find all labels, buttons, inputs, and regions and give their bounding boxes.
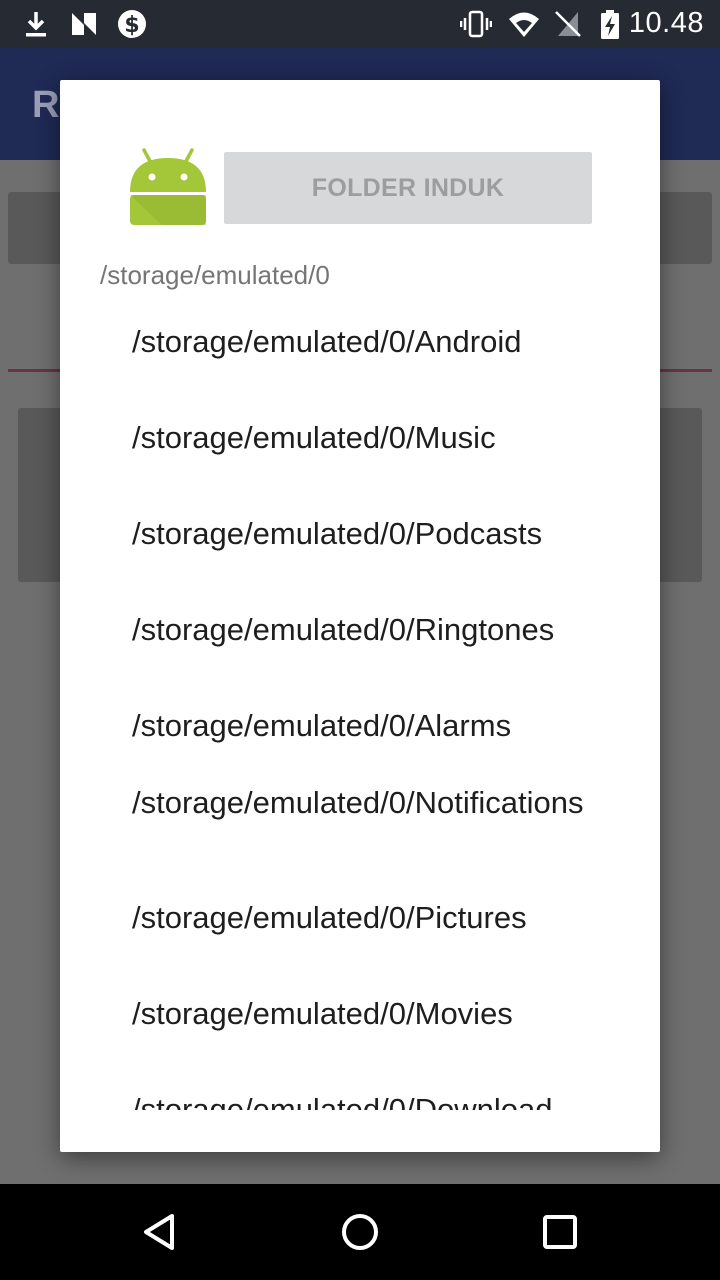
- dollar-icon: $: [118, 10, 146, 38]
- folder-item-podcasts[interactable]: /storage/emulated/0/Podcasts: [132, 515, 612, 553]
- folder-item-alarms[interactable]: /storage/emulated/0/Alarms: [132, 707, 612, 745]
- navigation-bar: [0, 1184, 720, 1280]
- parent-folder-button[interactable]: FOLDER INDUK: [224, 152, 592, 224]
- folder-picker-dialog: FOLDER INDUK /storage/emulated/0 /storag…: [60, 80, 660, 1152]
- no-sim-icon: [555, 11, 581, 37]
- folder-item-download[interactable]: /storage/emulated/0/Download: [132, 1091, 612, 1110]
- battery-charging-icon: [601, 10, 619, 39]
- folder-item-notifications[interactable]: /storage/emulated/0/Notifications: [132, 784, 583, 822]
- app-title: R: [32, 84, 60, 126]
- folder-item-ringtones[interactable]: /storage/emulated/0/Ringtones: [132, 611, 612, 649]
- folder-item-movies[interactable]: /storage/emulated/0/Movies: [132, 995, 612, 1033]
- download-icon: [26, 12, 46, 37]
- wifi-icon: [509, 12, 539, 37]
- svg-text:$: $: [124, 13, 139, 38]
- home-icon[interactable]: [336, 1208, 384, 1256]
- folder-item-music[interactable]: /storage/emulated/0/Music: [132, 419, 612, 457]
- folder-item-pictures[interactable]: /storage/emulated/0/Pictures: [132, 899, 612, 937]
- folder-list[interactable]: /storage/emulated/0/Android /storage/emu…: [60, 300, 660, 1110]
- clock: 10.48: [628, 7, 704, 39]
- n-notification-icon: [72, 13, 96, 35]
- recents-icon[interactable]: [536, 1208, 584, 1256]
- android-app-icon: [130, 148, 206, 225]
- back-icon[interactable]: [136, 1208, 184, 1256]
- vibrate-icon: [460, 10, 492, 38]
- folder-item-android[interactable]: /storage/emulated/0/Android: [132, 323, 612, 361]
- current-path-label: /storage/emulated/0: [100, 260, 330, 290]
- status-bar: $ 10.48: [0, 0, 720, 48]
